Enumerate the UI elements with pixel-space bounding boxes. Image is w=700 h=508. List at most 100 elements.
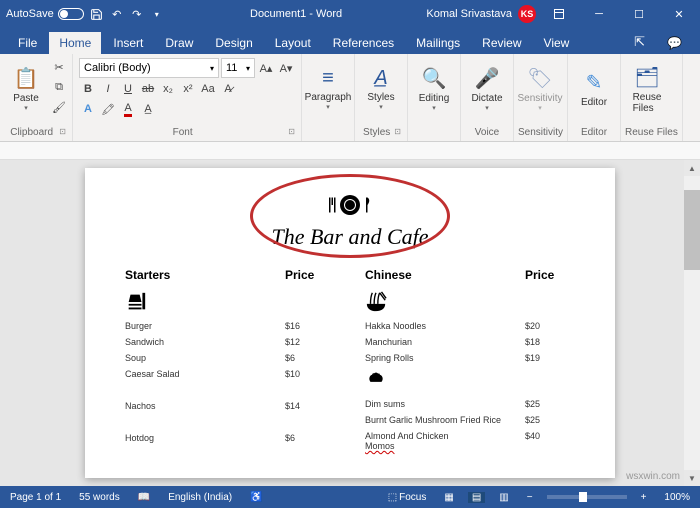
underline-button[interactable]: U — [119, 80, 137, 98]
table-row: Hotdog$6 — [125, 430, 335, 446]
tab-review[interactable]: Review — [472, 32, 531, 54]
table-row: Caesar Salad$10 — [125, 366, 335, 382]
tab-file[interactable]: File — [8, 32, 47, 54]
dialog-launcher-icon[interactable]: ⊡ — [59, 127, 66, 136]
comments-button[interactable]: 💬 — [657, 32, 692, 54]
ribbon-options-icon[interactable] — [542, 0, 576, 28]
font-selector[interactable]: Calibri (Body)▾ — [79, 58, 219, 78]
editor-button[interactable]: ✎Editor — [572, 56, 616, 122]
table-row: Manchurian$18 — [365, 334, 575, 350]
table-row: Burnt Garlic Mushroom Fried Rice$25 — [365, 412, 575, 428]
table-row: Dim sums$25 — [365, 396, 575, 412]
table-row: Soup$6 — [125, 350, 335, 366]
focus-mode[interactable]: ⬚ Focus — [384, 492, 431, 503]
editor-icon: ✎ — [586, 70, 603, 95]
user-name: Komal Srivastava — [426, 8, 512, 20]
zoom-slider[interactable] — [547, 495, 627, 499]
noodles-icon — [365, 288, 525, 318]
tab-home[interactable]: Home — [49, 32, 101, 54]
scroll-up-icon[interactable]: ▲ — [684, 160, 700, 176]
tab-layout[interactable]: Layout — [265, 32, 321, 54]
reuse-files-button[interactable]: 🗂Reuse Files — [625, 56, 669, 122]
scroll-down-icon[interactable]: ▼ — [684, 470, 700, 486]
zoom-level[interactable]: 100% — [660, 492, 694, 503]
qat-dropdown-icon[interactable]: ▾ — [150, 7, 164, 21]
read-mode-icon[interactable]: ▦ — [440, 492, 457, 503]
autosave-toggle[interactable] — [58, 8, 84, 20]
char-border-icon[interactable]: A̲ — [139, 100, 157, 118]
change-case-icon[interactable]: Aa — [199, 80, 217, 98]
table-row: Hakka Noodles$20 — [365, 318, 575, 334]
minimize-button[interactable]: ─ — [582, 0, 616, 28]
spell-check-icon[interactable]: 📖 — [134, 492, 154, 503]
starters-table: StartersPrice Burger$16 Sandwich$12 Soup… — [125, 268, 335, 446]
sensitivity-button[interactable]: 🏷Sensitivity▾ — [518, 56, 562, 122]
word-count[interactable]: 55 words — [75, 492, 124, 503]
close-button[interactable]: ✕ — [662, 0, 696, 28]
document-area[interactable]: The Bar and Cafe StartersPrice Burger$16… — [0, 160, 700, 486]
paste-button[interactable]: 📋 Paste ▾ — [4, 56, 48, 122]
editing-button[interactable]: 🔍Editing▾ — [412, 56, 456, 122]
dimsum-icon — [365, 366, 525, 396]
accessibility-icon[interactable]: ♿ — [246, 492, 266, 503]
font-color-icon[interactable]: A — [119, 100, 137, 118]
dialog-launcher-icon[interactable]: ⊡ — [394, 127, 401, 136]
print-layout-icon[interactable]: ▤ — [468, 492, 485, 503]
language[interactable]: English (India) — [164, 492, 236, 503]
share-button[interactable]: ⇱ — [624, 30, 655, 54]
dictate-button[interactable]: 🎤Dictate▾ — [465, 56, 509, 122]
page-count[interactable]: Page 1 of 1 — [6, 492, 65, 503]
tab-references[interactable]: References — [323, 32, 404, 54]
subscript-button[interactable]: x₂ — [159, 80, 177, 98]
copy-icon[interactable]: ⧉ — [50, 78, 68, 96]
watermark: wsxwin.com — [626, 471, 680, 482]
paragraph-button[interactable]: ≡Paragraph▾ — [306, 56, 350, 122]
clear-format-icon[interactable]: A̷ — [219, 80, 237, 98]
cut-icon[interactable]: ✂ — [50, 58, 68, 76]
table-row: Burger$16 — [125, 318, 335, 334]
grow-font-icon[interactable]: A▴ — [257, 59, 275, 77]
tab-design[interactable]: Design — [205, 32, 262, 54]
zoom-out-icon[interactable]: − — [523, 492, 537, 503]
save-icon[interactable] — [90, 7, 104, 21]
styles-button[interactable]: A̲Styles▾ — [359, 56, 403, 122]
format-painter-icon[interactable]: 🖌 — [50, 98, 68, 116]
autosave-label: AutoSave — [6, 8, 54, 20]
reuse-files-icon: 🗂 — [634, 65, 659, 90]
ruler[interactable] — [0, 142, 700, 160]
mic-icon: 🎤 — [475, 66, 500, 91]
page[interactable]: The Bar and Cafe StartersPrice Burger$16… — [85, 168, 615, 478]
burger-icon — [125, 288, 285, 318]
dialog-launcher-icon[interactable]: ⊡ — [288, 127, 295, 136]
sensitivity-icon: 🏷 — [527, 66, 552, 91]
shrink-font-icon[interactable]: A▾ — [277, 59, 295, 77]
undo-icon[interactable]: ↶ — [110, 7, 124, 21]
font-size-selector[interactable]: 11▾ — [221, 58, 255, 78]
chinese-table: ChinesePrice Hakka Noodles$20 Manchurian… — [365, 268, 575, 454]
clipboard-icon: 📋 — [14, 66, 39, 91]
tab-insert[interactable]: Insert — [103, 32, 153, 54]
annotation-circle — [250, 174, 450, 258]
table-row: Almond And ChickenMomos$40 — [365, 428, 575, 454]
web-layout-icon[interactable]: ▥ — [495, 492, 512, 503]
text-effects-icon[interactable]: A — [79, 100, 97, 118]
styles-icon: A̲ — [374, 67, 387, 90]
vertical-scrollbar[interactable]: ▲ ▼ — [684, 160, 700, 486]
document-title: Document1 - Word — [170, 8, 423, 20]
tab-draw[interactable]: Draw — [155, 32, 203, 54]
bold-button[interactable]: B — [79, 80, 97, 98]
italic-button[interactable]: I — [99, 80, 117, 98]
tab-view[interactable]: View — [534, 32, 580, 54]
paragraph-icon: ≡ — [322, 67, 334, 90]
avatar[interactable]: KS — [518, 5, 536, 23]
find-icon: 🔍 — [422, 66, 447, 91]
tab-mailings[interactable]: Mailings — [406, 32, 470, 54]
zoom-in-icon[interactable]: + — [637, 492, 651, 503]
highlight-icon[interactable]: 🖍 — [99, 100, 117, 118]
maximize-button[interactable]: ☐ — [622, 0, 656, 28]
strike-button[interactable]: ab — [139, 80, 157, 98]
table-row: Sandwich$12 — [125, 334, 335, 350]
scroll-thumb[interactable] — [684, 190, 700, 270]
superscript-button[interactable]: x² — [179, 80, 197, 98]
redo-icon[interactable]: ↷ — [130, 7, 144, 21]
